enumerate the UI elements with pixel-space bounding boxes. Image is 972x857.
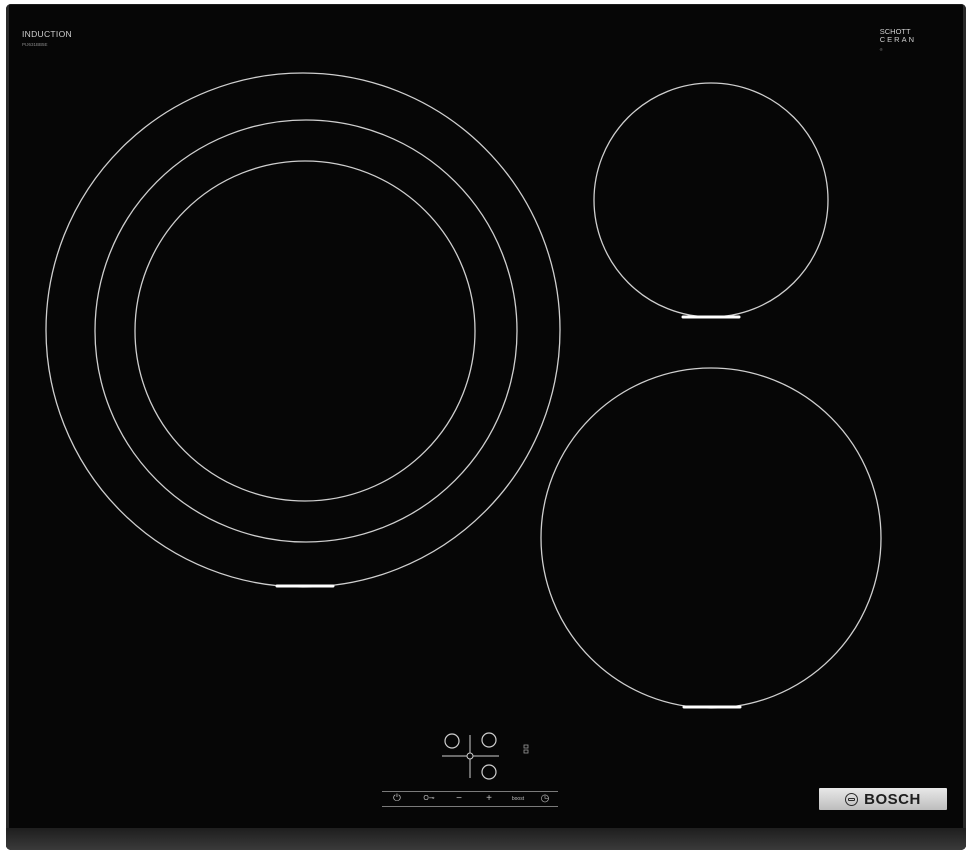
minus-button[interactable]: −	[452, 793, 466, 805]
medium-cooking-zone[interactable]	[540, 367, 882, 709]
bosch-logo-icon	[845, 792, 859, 806]
small-cooking-zone[interactable]	[593, 82, 829, 319]
cooking-zones	[45, 72, 882, 780]
zone-selector-icon[interactable]	[442, 732, 499, 780]
boost-button[interactable]: boost	[506, 793, 530, 805]
control-panel: ⏻ O⊸ − + boost ◷	[382, 791, 558, 807]
induction-hob: INDUCTION PIJ631BB5E SCHOTT CERAN ® ⏻ O⊸…	[6, 4, 966, 850]
large-cooking-zone[interactable]	[45, 72, 561, 588]
indicator-icon	[523, 744, 529, 754]
brand-badge: BOSCH	[819, 788, 947, 810]
childlock-key-button[interactable]: O⊸	[418, 793, 440, 805]
timer-button[interactable]: ◷	[538, 793, 552, 805]
brand-name: BOSCH	[864, 790, 921, 808]
plus-button[interactable]: +	[482, 793, 496, 805]
power-button[interactable]: ⏻	[390, 793, 404, 805]
